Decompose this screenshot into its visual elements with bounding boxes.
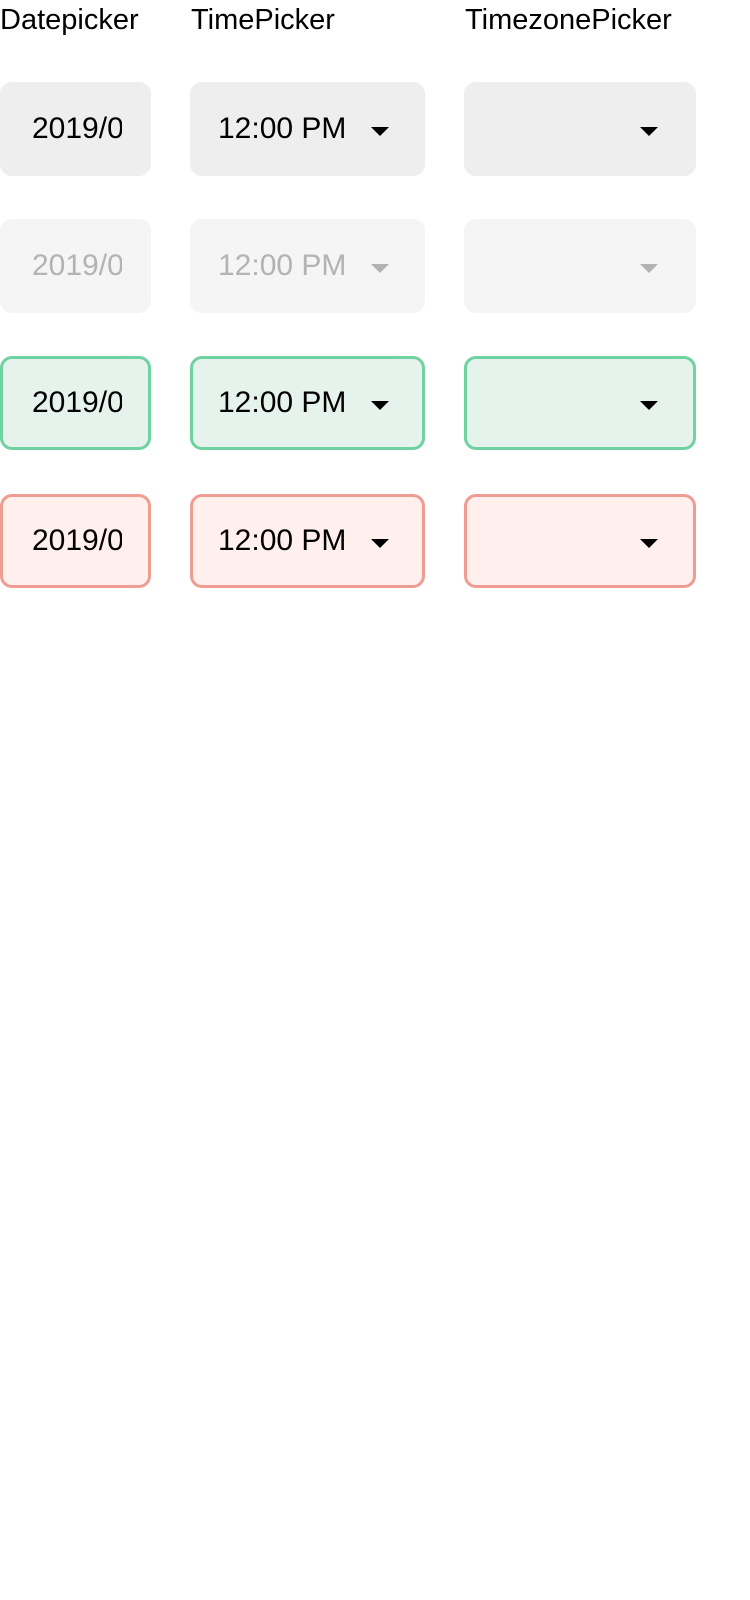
caret-down-icon [640, 264, 658, 273]
caret-down-icon [640, 539, 658, 548]
datepicker-header: Datepicker [0, 4, 139, 36]
timepicker-success[interactable]: 12:00 PM [190, 356, 425, 450]
datepicker-success[interactable]: 2019/0 [0, 356, 151, 450]
timepicker-header: TimePicker [191, 4, 335, 36]
datepicker-error[interactable]: 2019/0 [0, 494, 151, 588]
timezonepicker-disabled [464, 219, 696, 313]
timezonepicker-error[interactable] [464, 494, 696, 588]
date-value: 2019/0 [32, 112, 122, 145]
caret-down-icon [371, 539, 389, 548]
time-value: 12:00 PM [218, 112, 347, 145]
datepicker-disabled: 2019/0 [0, 219, 151, 313]
timezonepicker-success[interactable] [464, 356, 696, 450]
time-value: 12:00 PM [218, 524, 347, 557]
timepicker-error[interactable]: 12:00 PM [190, 494, 425, 588]
caret-down-icon [371, 264, 389, 273]
picker-showcase: Datepicker TimePicker TimezonePicker 201… [0, 0, 750, 1600]
caret-down-icon [640, 401, 658, 410]
date-value: 2019/0 [32, 249, 122, 282]
time-value: 12:00 PM [218, 386, 347, 419]
timepicker-default[interactable]: 12:00 PM [190, 82, 425, 176]
timepicker-disabled: 12:00 PM [190, 219, 425, 313]
caret-down-icon [640, 127, 658, 136]
datepicker-default[interactable]: 2019/0 [0, 82, 151, 176]
caret-down-icon [371, 401, 389, 410]
time-value: 12:00 PM [218, 249, 347, 282]
date-value: 2019/0 [32, 524, 122, 557]
timezonepicker-header: TimezonePicker [465, 4, 672, 36]
timezonepicker-default[interactable] [464, 82, 696, 176]
date-value: 2019/0 [32, 386, 122, 419]
caret-down-icon [371, 127, 389, 136]
